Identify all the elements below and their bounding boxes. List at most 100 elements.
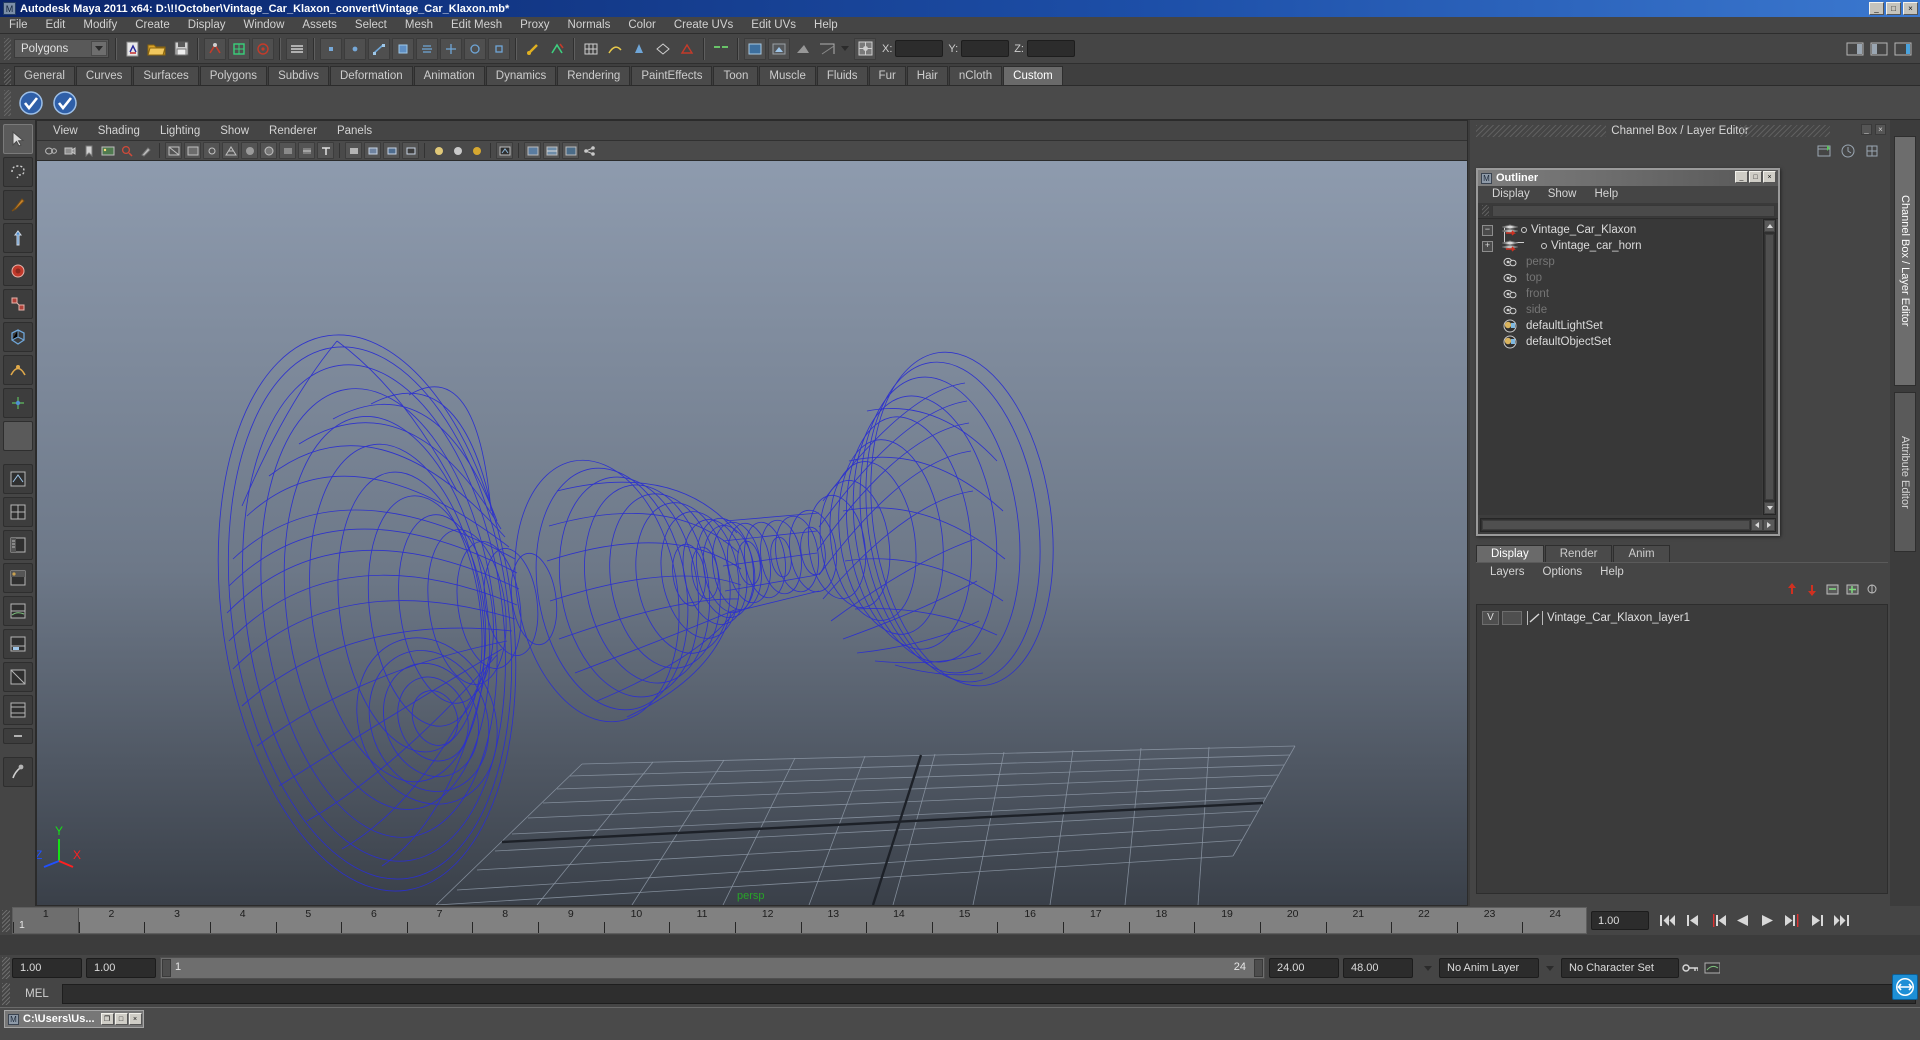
taskbar-close-button[interactable]: × — [128, 1013, 142, 1025]
panel-grip-right[interactable] — [1740, 125, 1830, 137]
shelf-tab-dynamics[interactable]: Dynamics — [485, 66, 557, 85]
layer-editor-toggle-icon[interactable] — [1840, 143, 1856, 162]
menu-create[interactable]: Create — [126, 17, 179, 34]
scale-tool[interactable] — [2, 289, 33, 319]
shelf-row-grip[interactable] — [4, 89, 11, 116]
mask-points-button[interactable] — [320, 37, 342, 60]
range-end-time-field[interactable]: 24.00 — [1269, 958, 1339, 978]
use-selected-lights-icon[interactable] — [383, 142, 400, 159]
exposure-icon[interactable] — [543, 142, 560, 159]
outliner-vscroll-thumb[interactable] — [1765, 234, 1774, 500]
absolute-transform-icon[interactable] — [854, 37, 876, 60]
outliner-menu-help[interactable]: Help — [1586, 186, 1628, 203]
anim-layer-chevron-icon[interactable] — [1420, 958, 1436, 978]
menu-edit[interactable]: Edit — [37, 17, 75, 34]
command-language-label[interactable]: MEL — [12, 988, 62, 1000]
bookmark-icon[interactable] — [80, 142, 97, 159]
quick-layout-four-view[interactable] — [2, 497, 33, 527]
layer-list[interactable]: V Vintage_Car_Klaxon_layer1 — [1476, 604, 1888, 894]
render-flags-button[interactable] — [816, 38, 838, 60]
universal-manipulator-tool[interactable] — [2, 322, 33, 352]
sidetab-channel-box-layer-editor[interactable]: Channel Box / Layer Editor — [1894, 136, 1916, 386]
ipr-render-button[interactable] — [768, 37, 790, 60]
outliner-maximize-button[interactable]: □ — [1749, 171, 1762, 183]
taskbar-restore-button[interactable]: ❐ — [100, 1013, 114, 1025]
channel-box-toggle-icon[interactable] — [1816, 143, 1832, 162]
new-layer-icon[interactable] — [1825, 582, 1840, 600]
play-backwards-button[interactable] — [1732, 911, 1753, 931]
viewport-menu-view[interactable]: View — [43, 121, 88, 141]
new-layer-from-selected-icon[interactable] — [1845, 582, 1860, 600]
play-forwards-button[interactable] — [1757, 911, 1778, 931]
character-set-selector[interactable]: No Character Set — [1561, 958, 1679, 978]
menu-assets[interactable]: Assets — [293, 17, 346, 34]
shelf-tab-curves[interactable]: Curves — [75, 66, 133, 85]
open-scene-button[interactable] — [146, 38, 168, 60]
step-back-frame-button[interactable] — [1707, 911, 1728, 931]
go-to-start-button[interactable] — [1657, 911, 1678, 931]
range-start-handle[interactable] — [162, 959, 171, 977]
menu-modify[interactable]: Modify — [74, 17, 126, 34]
paint-selection-tool[interactable] — [2, 190, 33, 220]
gamma-icon[interactable] — [562, 142, 579, 159]
shelf-tab-animation[interactable]: Animation — [413, 66, 485, 85]
layer-menu-layers[interactable]: Layers — [1481, 563, 1534, 581]
show-hide-attribute-editor-button[interactable] — [1844, 38, 1866, 60]
character-set-chevron-icon[interactable] — [1542, 958, 1558, 978]
shelf-tab-deformation[interactable]: Deformation — [329, 66, 413, 85]
outliner-hscroll-thumb[interactable] — [1482, 520, 1750, 530]
outliner-close-button[interactable]: × — [1763, 171, 1776, 183]
panel-close-button[interactable]: × — [1875, 124, 1886, 135]
step-forward-frame-button[interactable] — [1782, 911, 1803, 931]
command-input[interactable] — [62, 984, 1916, 1004]
tab-display[interactable]: Display — [1476, 545, 1544, 562]
shelf-tab-toon[interactable]: Toon — [713, 66, 759, 85]
make-live-button[interactable] — [676, 38, 698, 60]
select-by-hierarchy-button[interactable] — [204, 37, 226, 60]
layer-menu-options[interactable]: Options — [1534, 563, 1592, 581]
sidetab-attribute-editor[interactable]: Attribute Editor — [1894, 392, 1916, 552]
outliner-minimize-button[interactable]: _ — [1735, 171, 1748, 183]
x-input[interactable] — [895, 40, 944, 57]
shelf-tab-fur[interactable]: Fur — [868, 66, 906, 85]
range-end-handle[interactable] — [1254, 959, 1263, 977]
selection-mask-dropdown[interactable]: Polygons — [14, 39, 109, 58]
shelf-tab-custom[interactable]: Custom — [1003, 66, 1063, 85]
component-mask-handles-button[interactable] — [286, 37, 308, 60]
occlusion-icon[interactable] — [430, 142, 447, 159]
panel-grip-left[interactable] — [1476, 125, 1606, 137]
animation-preferences-icon[interactable] — [1704, 958, 1720, 978]
scroll-right-icon[interactable] — [1763, 519, 1775, 531]
tab-render[interactable]: Render — [1544, 545, 1613, 562]
outliner-titlebar[interactable]: M Outliner _ □ × — [1478, 170, 1778, 186]
display-text-icon[interactable] — [317, 142, 334, 159]
viewport-3d-canvas[interactable]: persp Y Z X — [37, 161, 1467, 905]
quick-layout-hypershade-persp[interactable] — [2, 563, 33, 593]
layer-name-label[interactable]: Vintage_Car_Klaxon_layer1 — [1547, 612, 1690, 624]
outliner-item-vintage-car-horn[interactable]: + Vintage_car_horn — [1478, 238, 1762, 254]
shelf-tab-ncloth[interactable]: nCloth — [948, 66, 1003, 85]
scroll-left-icon[interactable] — [1751, 519, 1763, 531]
taskbar-maximize-button[interactable]: □ — [114, 1013, 128, 1025]
shelf-check-button-1[interactable] — [16, 88, 46, 118]
mask-parm-points-button[interactable] — [344, 37, 366, 60]
quick-layout-persp-trax[interactable] — [2, 629, 33, 659]
minimize-button[interactable]: _ — [1869, 2, 1884, 15]
taskbar-window-button[interactable]: M C:\Users\Us... ❐ □ × — [4, 1010, 144, 1028]
select-camera-icon[interactable] — [42, 142, 59, 159]
highlight-selection-button[interactable] — [546, 38, 568, 60]
layer-menu-help[interactable]: Help — [1591, 563, 1633, 581]
transform-chevron-icon[interactable] — [841, 46, 849, 51]
viewport-menu-lighting[interactable]: Lighting — [150, 121, 210, 141]
viewport-menu-panels[interactable]: Panels — [327, 121, 382, 141]
show-hide-ui-icon[interactable] — [524, 142, 541, 159]
layer-move-down-icon[interactable] — [1805, 582, 1820, 600]
statusline-grip[interactable] — [4, 37, 11, 60]
outliner-tree[interactable]: − Vintage_Car_Klaxon + Vintage_car_horn — [1478, 219, 1762, 515]
scroll-down-icon[interactable] — [1764, 502, 1775, 514]
anim-layer-selector[interactable]: No Anim Layer — [1439, 958, 1539, 978]
step-forward-key-button[interactable] — [1807, 911, 1828, 931]
layer-move-up-icon[interactable] — [1785, 582, 1800, 600]
time-slider-ruler[interactable]: 1 1 2 3 4 5 6 7 8 9 10 11 12 13 14 15 16 17 18 19 20 21 22 23 2… — [12, 907, 1587, 934]
mask-hulls-button[interactable] — [416, 37, 438, 60]
